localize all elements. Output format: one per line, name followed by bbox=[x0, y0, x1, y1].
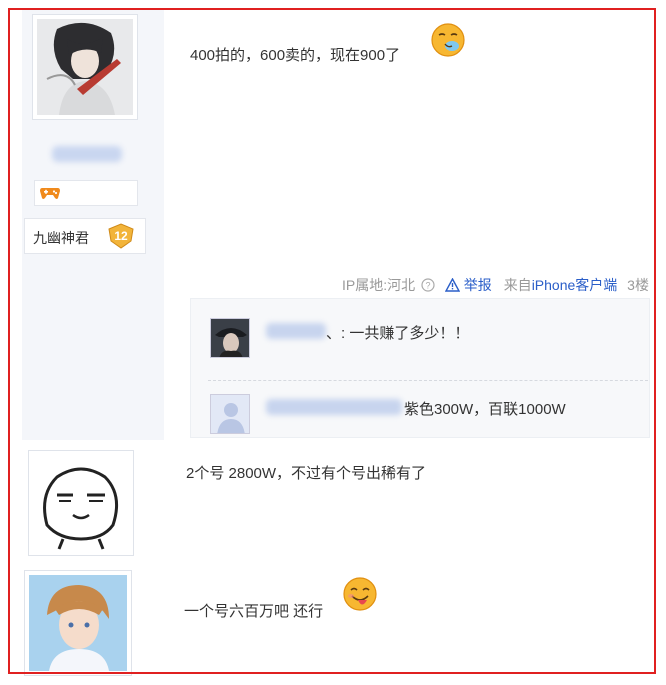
forum-level-box[interactable]: 九幽神君 12 bbox=[24, 218, 146, 254]
post-content: 2个号 2800W，不过有个号出稀有了 bbox=[186, 465, 427, 482]
blurred-reply-username bbox=[266, 399, 402, 415]
client-link[interactable]: iPhone客户端 bbox=[532, 275, 618, 295]
post-content: 一个号六百万吧 还行 bbox=[184, 603, 324, 620]
level-badge-icon: 12 bbox=[108, 223, 134, 249]
game-controller-icon bbox=[40, 188, 60, 199]
reply-content: 、: 一共赚了多少！！ bbox=[326, 325, 470, 342]
avatar[interactable] bbox=[28, 450, 134, 556]
svg-text:?: ? bbox=[426, 281, 431, 291]
blurred-reply-username bbox=[266, 323, 326, 339]
warning-icon bbox=[444, 278, 460, 292]
post-meta: IP属地:河北 ? 举报 来自iPhone客户端 3楼 bbox=[342, 275, 649, 295]
reply-avatar[interactable] bbox=[210, 318, 250, 358]
ip-location: IP属地:河北 bbox=[342, 277, 416, 293]
report-link[interactable]: 举报 bbox=[464, 275, 492, 295]
avatar[interactable] bbox=[32, 14, 138, 120]
reply-divider bbox=[208, 380, 648, 381]
tongue-out-emoji-icon bbox=[343, 577, 377, 611]
default-avatar[interactable] bbox=[210, 394, 250, 434]
user-badges bbox=[34, 180, 138, 206]
avatar[interactable] bbox=[24, 570, 132, 676]
reply-content: 紫色300W，百联1000W bbox=[404, 401, 566, 418]
help-circle-icon[interactable]: ? bbox=[421, 278, 435, 292]
level-number: 12 bbox=[114, 229, 128, 243]
source-prefix: 来自 bbox=[503, 277, 532, 293]
blurred-username bbox=[52, 146, 122, 162]
floor-number: 3楼 bbox=[627, 277, 649, 293]
username: 九幽神君 bbox=[33, 230, 89, 246]
sneeze-emoji-icon bbox=[431, 23, 465, 57]
post-content: 400拍的，600卖的，现在900了 bbox=[190, 47, 401, 64]
